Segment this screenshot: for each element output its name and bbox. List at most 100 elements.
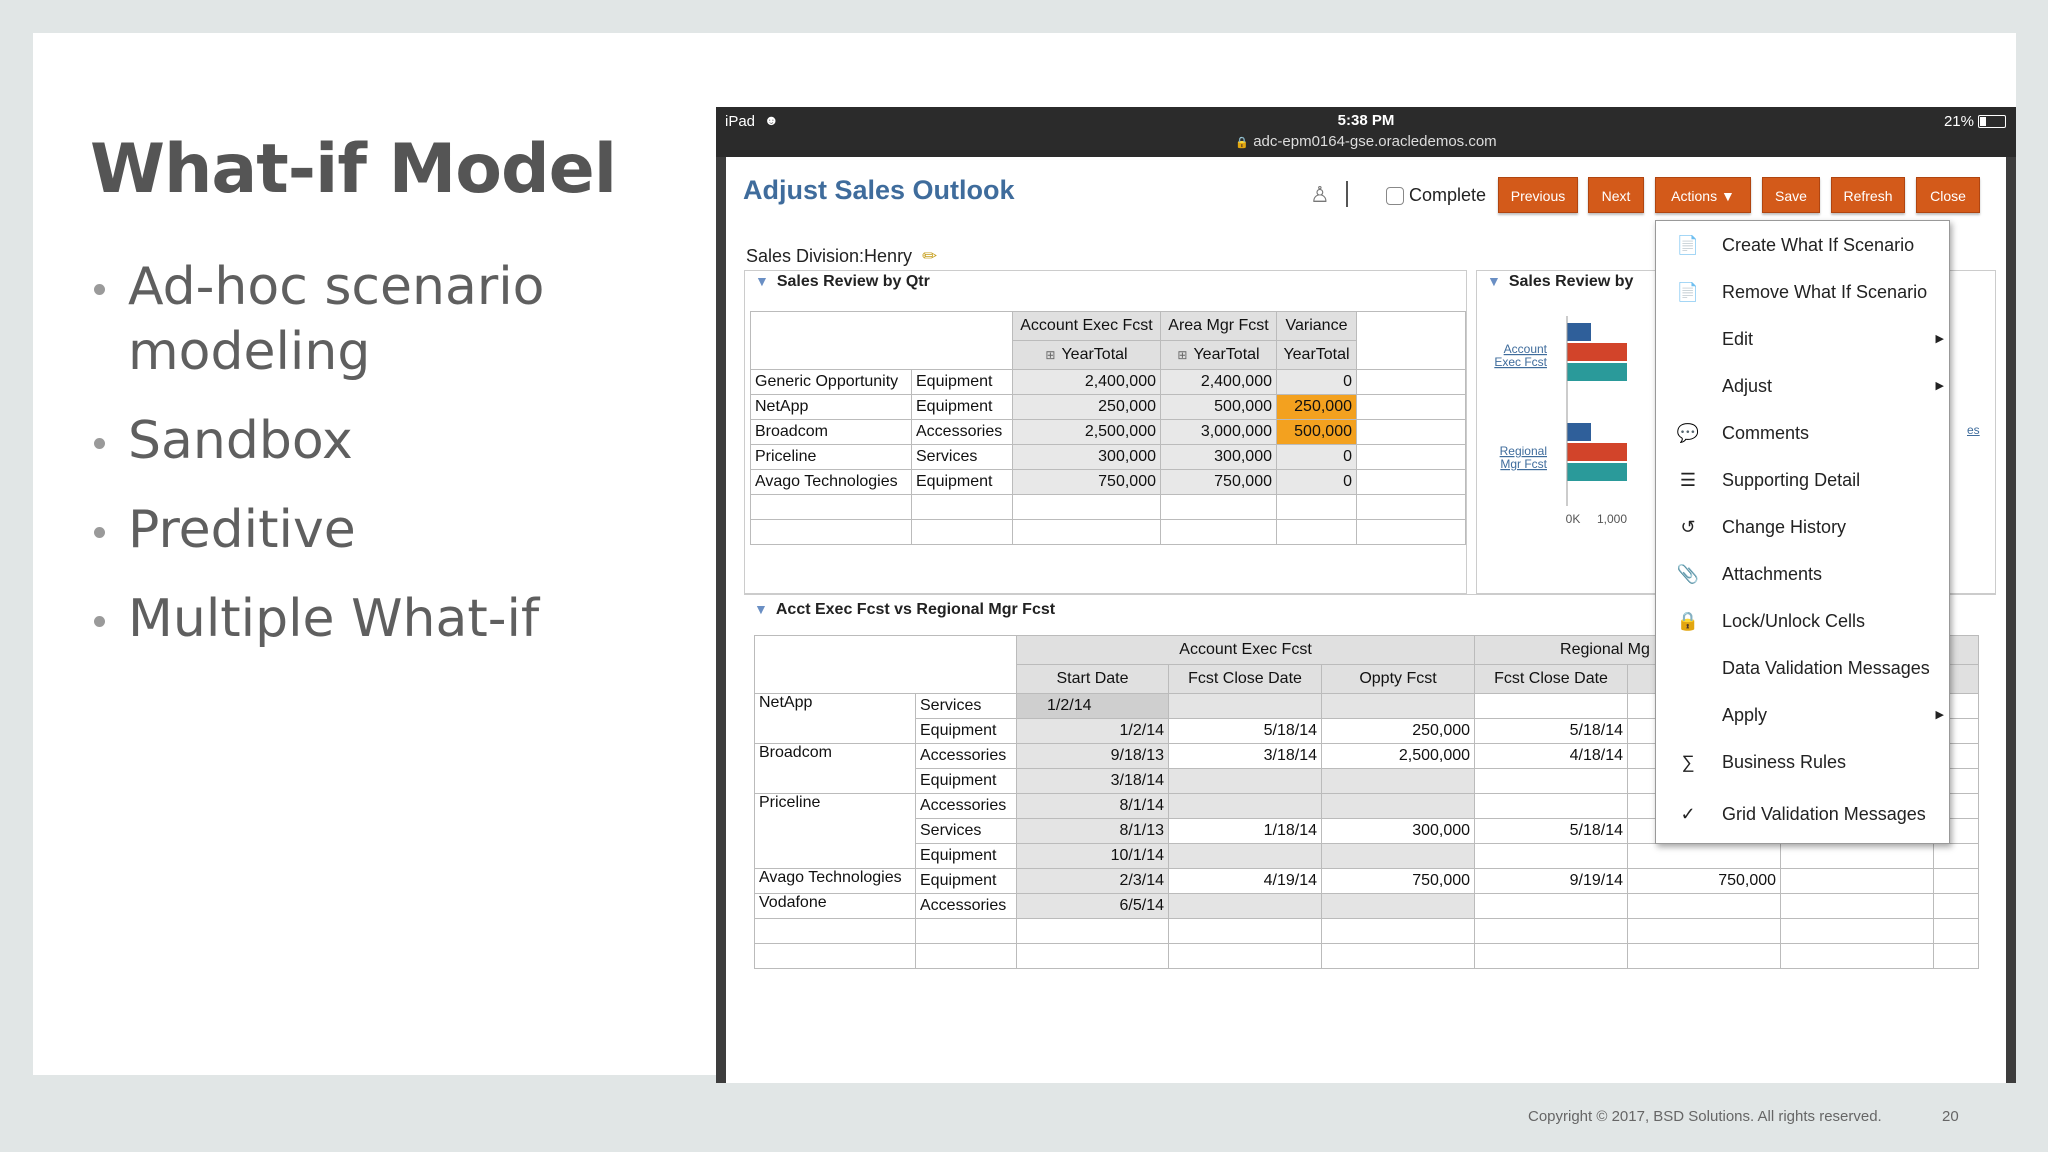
empty-cell xyxy=(1474,943,1629,969)
oppty-fcst-cell[interactable] xyxy=(1320,693,1476,719)
menu-item-label: Adjust xyxy=(1722,376,1773,396)
menu-item-business-rules[interactable]: ∑ Business Rules xyxy=(1656,748,1949,784)
expand-icon[interactable]: ⊞ xyxy=(1177,348,1187,362)
data-cell[interactable]: 500,000 xyxy=(1160,394,1277,420)
url-bar[interactable]: 🔒 adc-epm0164-gse.oracledemos.com xyxy=(716,133,2016,150)
column-subheader[interactable]: ⊞ YearTotal xyxy=(1012,340,1161,370)
chart-label[interactable]: Regional Mgr Fcst xyxy=(1500,444,1548,471)
funnel-icon[interactable]: ▼ xyxy=(754,601,768,617)
oppty-fcst-cell[interactable] xyxy=(1320,768,1476,794)
grid-validation-icon: ✓ xyxy=(1680,804,1696,824)
menu-item-adjust[interactable]: Adjust ▶ xyxy=(1656,372,1949,408)
regional-close-date-cell[interactable] xyxy=(1474,693,1629,719)
start-date-cell[interactable]: 2/3/14 xyxy=(1016,868,1169,894)
empty-cell xyxy=(1012,519,1161,545)
close-date-cell[interactable] xyxy=(1168,893,1322,919)
regional-value-cell[interactable]: 750,000 xyxy=(1627,868,1782,894)
start-date-cell[interactable]: 8/1/13 xyxy=(1016,818,1169,844)
start-date-cell[interactable]: 8/1/14 xyxy=(1016,793,1169,819)
regional-close-date-cell[interactable]: 5/18/14 xyxy=(1474,718,1629,744)
data-cell[interactable]: 250,000 xyxy=(1012,394,1161,420)
regional-value-cell[interactable] xyxy=(1627,893,1782,919)
empty-cell xyxy=(1780,918,1935,944)
start-date-cell[interactable]: 1/2/14 xyxy=(1016,718,1169,744)
customer-cell: Generic Opportunity xyxy=(750,369,912,395)
menu-item-apply[interactable]: Apply ▶ xyxy=(1656,701,1949,737)
menu-item-grid-validation-messages[interactable]: ✓ Grid Validation Messages xyxy=(1656,800,1949,836)
data-cell[interactable]: 2,400,000 xyxy=(1160,369,1277,395)
product-cell: Accessories xyxy=(915,793,1017,819)
oppty-fcst-cell[interactable] xyxy=(1320,893,1476,919)
oppty-fcst-cell[interactable] xyxy=(1320,843,1476,869)
save-button[interactable]: Save xyxy=(1762,177,1820,213)
data-cell[interactable]: 2,500,000 xyxy=(1012,419,1161,445)
start-date-cell[interactable]: 9/18/13 xyxy=(1016,743,1169,769)
previous-button[interactable]: Previous xyxy=(1498,177,1578,213)
regional-close-date-cell[interactable]: 9/19/14 xyxy=(1474,868,1629,894)
regional-close-date-cell[interactable]: 4/18/14 xyxy=(1474,743,1629,769)
menu-item-attachments[interactable]: 📎 Attachments xyxy=(1656,560,1949,596)
chart-bar-teal xyxy=(1567,463,1627,481)
regional-value-cell[interactable] xyxy=(1627,843,1782,869)
close-date-cell[interactable] xyxy=(1168,768,1322,794)
close-date-cell[interactable]: 3/18/14 xyxy=(1168,743,1322,769)
complete-checkbox[interactable]: Complete xyxy=(1386,185,1486,206)
start-date-cell[interactable]: 10/1/14 xyxy=(1016,843,1169,869)
close-date-cell[interactable] xyxy=(1168,793,1322,819)
product-cell: Services xyxy=(911,444,1013,470)
submenu-arrow-icon: ▶ xyxy=(1935,333,1944,345)
regional-close-date-cell[interactable] xyxy=(1474,793,1629,819)
oppty-fcst-cell[interactable]: 250,000 xyxy=(1320,718,1476,744)
start-date-cell[interactable]: 1/2/14 xyxy=(1016,693,1169,719)
data-cell[interactable]: 750,000 xyxy=(1160,469,1277,495)
pencil-icon[interactable]: ✏ xyxy=(922,246,937,266)
menu-item-create-what-if-scenario[interactable]: 📄 Create What If Scenario xyxy=(1656,231,1949,267)
close-date-cell[interactable]: 4/19/14 xyxy=(1168,868,1322,894)
next-button[interactable]: Next xyxy=(1588,177,1644,213)
close-date-cell[interactable]: 1/18/14 xyxy=(1168,818,1322,844)
oppty-fcst-cell[interactable] xyxy=(1320,793,1476,819)
close-date-cell[interactable] xyxy=(1168,843,1322,869)
funnel-icon[interactable]: ▼ xyxy=(1487,273,1501,289)
close-date-cell[interactable]: 5/18/14 xyxy=(1168,718,1322,744)
oppty-fcst-cell[interactable]: 750,000 xyxy=(1320,868,1476,894)
close-button[interactable]: Close xyxy=(1916,177,1980,213)
menu-item-lock-unlock-cells[interactable]: 🔒 Lock/Unlock Cells xyxy=(1656,607,1949,643)
product-cell: Equipment xyxy=(911,469,1013,495)
menu-item-edit[interactable]: Edit ▶ xyxy=(1656,325,1949,361)
regional-close-date-cell[interactable] xyxy=(1474,893,1629,919)
close-date-cell[interactable] xyxy=(1168,693,1322,719)
column-header: Start Date xyxy=(1016,664,1169,694)
regional-close-date-cell[interactable]: 5/18/14 xyxy=(1474,818,1629,844)
column-subheader[interactable]: ⊞ YearTotal xyxy=(1160,340,1277,370)
user-icon[interactable]: ♙ xyxy=(1310,182,1330,208)
start-date-cell[interactable]: 6/5/14 xyxy=(1016,893,1169,919)
calculator-icon: ∑ xyxy=(1681,752,1695,772)
chart-label[interactable]: Account Exec Fcst xyxy=(1494,342,1547,369)
actions-button[interactable]: Actions ▼ xyxy=(1655,177,1751,213)
checkbox-box[interactable] xyxy=(1386,186,1404,205)
refresh-button[interactable]: Refresh xyxy=(1831,177,1905,213)
data-cell[interactable]: 2,400,000 xyxy=(1012,369,1161,395)
panel-title: Acct Exec Fcst vs Regional Mgr Fcst xyxy=(775,601,1056,618)
start-date-cell[interactable]: 3/18/14 xyxy=(1016,768,1169,794)
expand-icon[interactable]: ⊞ xyxy=(1045,348,1055,362)
oppty-fcst-cell[interactable]: 2,500,000 xyxy=(1320,743,1476,769)
menu-item-supporting-detail[interactable]: ☰ Supporting Detail xyxy=(1656,466,1949,502)
oppty-fcst-cell[interactable]: 300,000 xyxy=(1320,818,1476,844)
product-cell: Equipment xyxy=(915,768,1017,794)
menu-item-comments[interactable]: 💬 Comments xyxy=(1656,419,1949,455)
data-cell[interactable]: 3,000,000 xyxy=(1160,419,1277,445)
menu-item-change-history[interactable]: ↺ Change History xyxy=(1656,513,1949,549)
menu-item-data-validation-messages[interactable]: Data Validation Messages xyxy=(1656,654,1949,690)
data-cell[interactable]: 300,000 xyxy=(1012,444,1161,470)
regional-close-date-cell[interactable] xyxy=(1474,843,1629,869)
data-cell[interactable]: 750,000 xyxy=(1012,469,1161,495)
data-cell[interactable]: 300,000 xyxy=(1160,444,1277,470)
menu-item-remove-what-if-scenario[interactable]: 📄 Remove What If Scenario xyxy=(1656,278,1949,314)
funnel-icon[interactable]: ▼ xyxy=(755,273,769,289)
scenario-icon: 📄 xyxy=(1676,282,1700,302)
empty-cell xyxy=(1627,918,1782,944)
regional-close-date-cell[interactable] xyxy=(1474,768,1629,794)
sales-review-qtr-panel: ▼ Sales Review by Qtr Account Exec Fcst A… xyxy=(744,270,1467,594)
